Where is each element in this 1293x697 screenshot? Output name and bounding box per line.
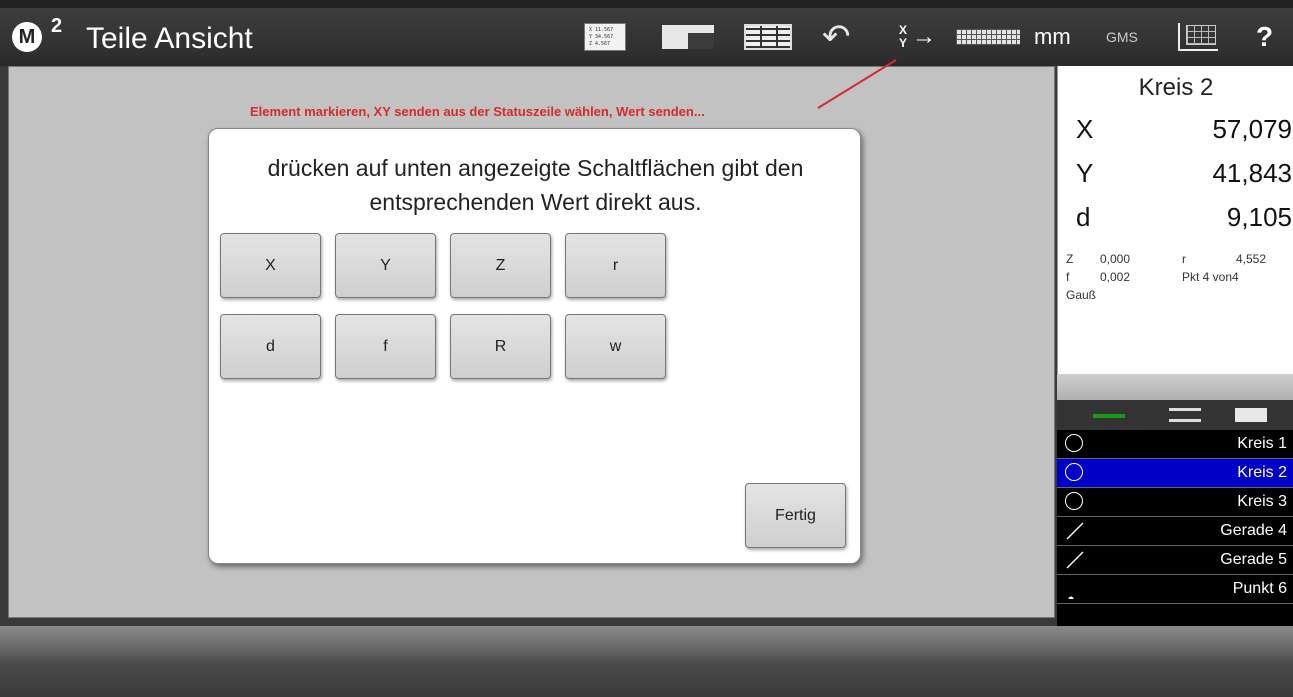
list-item-label: Punkt 6: [1232, 580, 1287, 597]
line-icon: [1065, 550, 1085, 570]
list-icon-line: Y 34.567: [589, 34, 614, 40]
window-layout-icon: [662, 25, 714, 49]
circle-icon: [1065, 492, 1083, 510]
element-details-panel: Kreis 2 X 57,079 Y 41,843 d 9,105 Z 0,00…: [1057, 66, 1293, 396]
grid-button[interactable]: [1178, 20, 1218, 54]
list-item[interactable]: Gerade 4: [1057, 517, 1293, 546]
list-item[interactable]: Kreis 1: [1057, 430, 1293, 459]
send-f-button[interactable]: f: [335, 314, 436, 379]
r-value: 4,552: [1236, 252, 1267, 266]
send-value-dialog: drücken auf unten angezeigte Schaltfläch…: [208, 128, 861, 564]
table-icon: [744, 24, 792, 50]
list-item[interactable]: Gerade 5: [1057, 546, 1293, 575]
value-label: Y: [1076, 158, 1094, 188]
send-r-button[interactable]: r: [565, 233, 666, 298]
list-item-label: Kreis 2: [1237, 464, 1287, 481]
value-number: 41,843: [1212, 158, 1292, 188]
point-icon: [1065, 579, 1085, 602]
send-x-button[interactable]: X: [220, 233, 321, 298]
title-bar-top-edge: [0, 0, 1293, 8]
send-w-button[interactable]: w: [565, 314, 666, 379]
value-number: 9,105: [1226, 202, 1292, 232]
send-d-button[interactable]: d: [220, 314, 321, 379]
undo-icon: ↶: [822, 18, 851, 56]
angle-format-toggle[interactable]: GMS: [1106, 20, 1138, 54]
z-value: 0,000: [1100, 252, 1131, 266]
send-y-button[interactable]: Y: [335, 233, 436, 298]
value-row-x: X 57,079: [1076, 114, 1292, 150]
element-list-tabs: [1057, 400, 1293, 430]
help-button[interactable]: ?: [1256, 20, 1273, 54]
hint-annotation: Element markieren, XY senden aus der Sta…: [250, 104, 705, 119]
arrow-right-icon: →: [912, 23, 936, 50]
element-title: Kreis 2: [1138, 74, 1214, 101]
f-value: 0,002: [1100, 270, 1131, 284]
tab-box[interactable]: [1235, 408, 1267, 422]
dialog-message: drücken auf unten angezeigte Schaltfläch…: [267, 155, 804, 215]
list-item[interactable]: Kreis 2: [1057, 459, 1293, 488]
list-item-label: Kreis 1: [1237, 435, 1287, 452]
element-list: Kreis 1 Kreis 2 Kreis 3 Gerade 4 Gerade 5 Pun…: [1057, 430, 1293, 626]
list-item[interactable]: Punkt 6: [1057, 575, 1293, 604]
panel-splitter[interactable]: [1057, 374, 1293, 400]
circle-icon: [1065, 434, 1083, 452]
table-view-button[interactable]: [744, 20, 792, 54]
send-R-button[interactable]: R: [450, 314, 551, 379]
xy-icon-y: Y: [898, 36, 907, 50]
value-label: X: [1076, 114, 1094, 144]
title-bar: M 2 Teile Ansicht X 11.567 Y 34.567 Z 4.…: [0, 0, 1293, 66]
logo-superscript: 2: [51, 15, 63, 37]
list-item-label: Gerade 5: [1220, 551, 1287, 568]
send-xy-button[interactable]: X Y →: [896, 20, 936, 54]
window-layout-button[interactable]: [662, 20, 714, 54]
list-item-label: Kreis 3: [1237, 493, 1287, 510]
fit-method: Gauß: [1066, 288, 1097, 302]
list-item[interactable]: Kreis 3: [1057, 488, 1293, 517]
circle-icon: [1065, 463, 1083, 481]
send-z-button[interactable]: Z: [450, 233, 551, 298]
coordinate-list-button[interactable]: X 11.567 Y 34.567 Z 4.567: [584, 20, 626, 54]
coordinate-list-icon: X 11.567 Y 34.567 Z 4.567: [584, 23, 626, 51]
tab-single-line[interactable]: [1093, 414, 1125, 418]
value-label: d: [1076, 202, 1091, 232]
point-count: Pkt 4 von4: [1182, 270, 1239, 284]
value-row-y: Y 41,843: [1076, 158, 1292, 194]
unit-toggle[interactable]: mm: [1034, 20, 1071, 54]
keyboard-button[interactable]: [956, 20, 1020, 54]
line-icon: [1065, 521, 1085, 541]
r-label: r: [1182, 252, 1186, 266]
m2-logo[interactable]: M: [12, 22, 42, 52]
grid-icon: [1178, 23, 1218, 51]
f-label: f: [1066, 270, 1070, 284]
done-button[interactable]: Fertig: [745, 483, 846, 548]
list-icon-line: Z 4.567: [589, 41, 611, 47]
list-icon-line: X 11.567: [589, 27, 614, 33]
list-item-label: Gerade 4: [1220, 522, 1287, 539]
keyboard-icon: [956, 29, 1020, 45]
xy-icon: X Y: [896, 24, 910, 50]
z-label: Z: [1066, 252, 1074, 266]
status-bar: [0, 626, 1293, 697]
tab-double-line[interactable]: [1169, 408, 1201, 422]
page-title: Teile Ansicht: [86, 22, 253, 55]
undo-button[interactable]: ↶: [822, 20, 851, 54]
value-number: 57,079: [1212, 114, 1292, 144]
value-row-d: d 9,105: [1076, 202, 1292, 238]
app-window: M 2 Teile Ansicht X 11.567 Y 34.567 Z 4.…: [0, 0, 1293, 697]
